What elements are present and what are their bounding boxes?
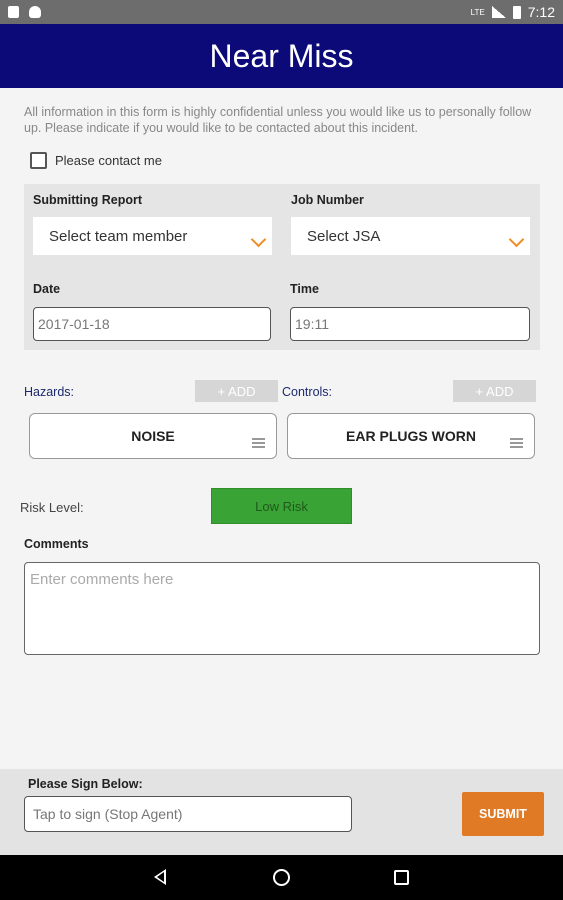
- drag-handle-icon[interactable]: [510, 438, 523, 448]
- report-details-panel: Submitting Report Select team member Job…: [24, 184, 540, 350]
- signature-field[interactable]: Tap to sign (Stop Agent): [24, 796, 352, 832]
- time-label: Time: [290, 282, 319, 296]
- risk-level-value: Low Risk: [255, 498, 308, 514]
- date-value: 2017-01-18: [38, 316, 110, 332]
- control-item[interactable]: EAR PLUGS WORN: [287, 413, 535, 459]
- signature-footer: Please Sign Below: Tap to sign (Stop Age…: [0, 769, 563, 855]
- sign-label: Please Sign Below:: [28, 777, 143, 791]
- time-field[interactable]: 19:11: [290, 307, 530, 341]
- contact-me-row[interactable]: Please contact me: [30, 152, 162, 169]
- comments-placeholder: Enter comments here: [30, 571, 174, 588]
- hazard-item-label: NOISE: [131, 428, 175, 444]
- submit-label: SUBMIT: [479, 807, 527, 821]
- back-icon[interactable]: [154, 869, 166, 885]
- risk-level-label: Risk Level:: [20, 500, 84, 515]
- risk-level-button[interactable]: Low Risk: [211, 488, 352, 524]
- date-label: Date: [33, 282, 61, 296]
- submitting-report-label: Submitting Report: [33, 193, 143, 207]
- status-bar: LTE 7:12: [0, 0, 563, 24]
- controls-label: Controls:: [282, 385, 333, 399]
- notification-icon: [8, 6, 19, 18]
- drag-handle-icon[interactable]: [252, 438, 265, 448]
- team-member-select[interactable]: Select team member: [33, 217, 272, 255]
- time-value: 19:11: [295, 316, 329, 332]
- add-hazard-button[interactable]: + ADD: [195, 380, 278, 402]
- page-title: Near Miss: [209, 37, 354, 74]
- signal-icon: [491, 6, 506, 18]
- job-number-label: Job Number: [291, 193, 364, 207]
- add-control-label: + ADD: [475, 383, 514, 399]
- chevron-down-icon: [508, 231, 525, 248]
- comments-input[interactable]: Enter comments here: [24, 562, 540, 655]
- network-label: LTE: [470, 7, 485, 17]
- android-icon: [29, 6, 41, 18]
- recent-apps-icon[interactable]: [394, 870, 409, 885]
- add-control-button[interactable]: + ADD: [453, 380, 536, 402]
- hazard-item[interactable]: NOISE: [29, 413, 277, 459]
- clock: 7:12: [527, 4, 555, 20]
- navigation-bar: [0, 855, 563, 900]
- jsa-select[interactable]: Select JSA: [291, 217, 530, 255]
- contact-me-checkbox[interactable]: [30, 152, 47, 169]
- home-icon[interactable]: [273, 869, 290, 886]
- chevron-down-icon: [250, 231, 267, 248]
- date-field[interactable]: 2017-01-18: [33, 307, 271, 341]
- battery-icon: [512, 5, 521, 19]
- comments-label: Comments: [24, 537, 89, 551]
- contact-me-label: Please contact me: [55, 153, 162, 168]
- hazards-label: Hazards:: [24, 385, 75, 399]
- submit-button[interactable]: SUBMIT: [462, 792, 544, 836]
- jsa-select-value: Select JSA: [307, 227, 381, 245]
- add-hazard-label: + ADD: [217, 383, 256, 399]
- confidentiality-notice: All information in this form is highly c…: [24, 105, 532, 135]
- team-member-select-value: Select team member: [49, 227, 188, 245]
- control-item-label: EAR PLUGS WORN: [346, 428, 476, 444]
- signature-placeholder: Tap to sign (Stop Agent): [33, 806, 183, 822]
- app-bar: Near Miss: [0, 24, 563, 88]
